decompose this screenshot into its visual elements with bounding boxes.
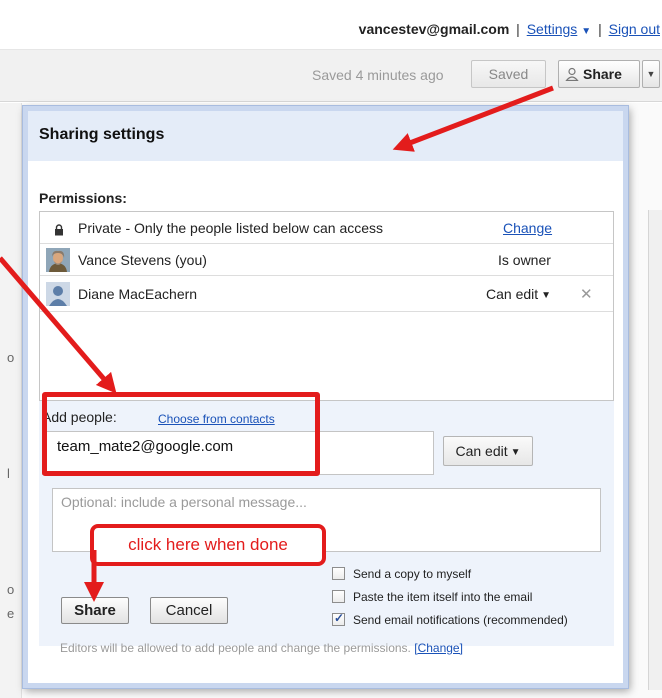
share-button-label: Share	[583, 66, 622, 82]
footer-note-text: Editors will be allowed to add people an…	[60, 641, 411, 655]
chevron-down-icon: ▼	[646, 69, 656, 79]
option-email-notifications[interactable]: Send email notifications (recommended)	[332, 611, 568, 627]
account-links: vancestev@gmail.com | Settings ▼ | Sign o…	[359, 21, 660, 37]
share-dropdown-button[interactable]: ▼	[642, 60, 660, 88]
cancel-button[interactable]: Cancel	[150, 597, 228, 624]
separator: |	[598, 21, 602, 37]
dialog-title-bar: Sharing settings	[28, 111, 623, 161]
role-label: Is owner	[498, 252, 551, 268]
change-visibility-link[interactable]: Change	[503, 220, 552, 236]
chevron-down-icon: ▼	[541, 290, 552, 301]
person-icon	[565, 67, 579, 81]
avatar	[46, 282, 70, 306]
share-button[interactable]: Share	[61, 597, 129, 624]
callout-text: click here when done	[128, 535, 288, 554]
document-toolbar: Saved 4 minutes ago Saved Share ▼	[0, 50, 662, 102]
chevron-down-icon[interactable]: ▼	[581, 26, 591, 37]
permission-row: Diane MacEachern Can edit ▼ ✕	[40, 276, 613, 312]
account-bar: vancestev@gmail.com | Settings ▼ | Sign o…	[0, 0, 662, 50]
role-label: Can edit	[486, 286, 539, 302]
checkbox[interactable]	[332, 567, 345, 580]
saved-button[interactable]: Saved	[471, 60, 546, 88]
option-paste-item[interactable]: Paste the item itself into the email	[332, 590, 532, 604]
settings-link[interactable]: Settings	[527, 21, 578, 37]
user-name: Diane MacEachern	[78, 286, 198, 302]
permission-row: Vance Stevens (you) Is owner	[40, 244, 613, 276]
separator: |	[516, 21, 520, 37]
close-icon[interactable]: ✕	[580, 285, 593, 303]
account-email: vancestev@gmail.com	[358, 21, 510, 37]
dialog-title: Sharing settings	[39, 126, 165, 143]
footer-note: Editors will be allowed to add people an…	[60, 641, 463, 655]
option-send-copy[interactable]: Send a copy to myself	[332, 567, 471, 581]
option-label: Paste the item itself into the email	[353, 590, 533, 604]
sign-out-link[interactable]: Sign out	[609, 21, 660, 37]
option-label: Send email notifications (recommended)	[353, 613, 568, 627]
permission-dropdown-label: Can edit	[455, 443, 508, 459]
background-text-fragment: e	[7, 606, 15, 621]
role-dropdown[interactable]: Can edit ▼	[486, 286, 551, 302]
visibility-label: Private - Only the people listed below c…	[78, 220, 384, 236]
lock-icon	[55, 224, 63, 236]
background-text-fragment: o	[7, 582, 15, 597]
change-permissions-link[interactable]: [Change]	[414, 641, 463, 655]
checkbox[interactable]	[332, 590, 345, 603]
highlight-box	[42, 392, 320, 476]
callout-box: click here when done	[90, 524, 326, 566]
permissions-label: Permissions:	[39, 190, 127, 206]
share-button-top[interactable]: Share	[558, 60, 640, 88]
save-status: Saved 4 minutes ago	[312, 67, 444, 83]
chevron-down-icon: ▼	[510, 447, 521, 458]
option-label: Send a copy to myself	[353, 567, 472, 581]
scrollbar[interactable]	[648, 210, 662, 690]
permissions-list: Private - Only the people listed below c…	[39, 211, 614, 401]
user-name: Vance Stevens (you)	[78, 252, 207, 268]
background-text-fragment: l	[7, 466, 10, 481]
avatar	[46, 248, 70, 272]
permission-dropdown[interactable]: Can edit ▼	[443, 436, 533, 466]
permission-row: Private - Only the people listed below c…	[40, 212, 613, 244]
checkbox[interactable]	[332, 611, 345, 626]
background-text-fragment: o	[7, 350, 15, 365]
